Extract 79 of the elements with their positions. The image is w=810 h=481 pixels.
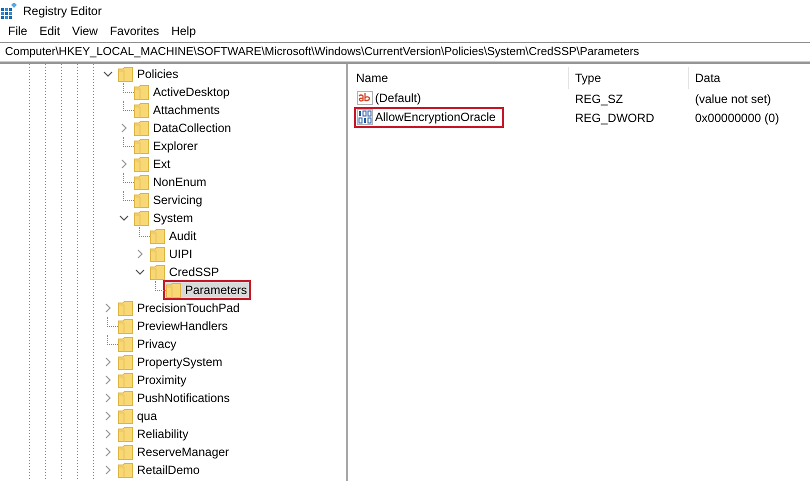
chevron-right-icon[interactable] xyxy=(103,375,113,385)
chevron-down-icon[interactable] xyxy=(135,267,145,277)
menu-item[interactable]: Edit xyxy=(33,22,66,40)
registry-icon xyxy=(1,3,17,19)
folder-icon xyxy=(118,354,133,370)
folder-icon xyxy=(118,390,133,406)
tree-item[interactable]: Policies xyxy=(115,64,182,84)
column-header[interactable]: Data xyxy=(689,67,810,89)
chevron-right-icon[interactable] xyxy=(119,123,129,133)
folder-icon xyxy=(150,246,165,262)
tree-item[interactable]: RetailDemo xyxy=(115,460,204,480)
menu-item[interactable]: View xyxy=(66,22,104,40)
folder-icon xyxy=(118,462,133,478)
folder-icon xyxy=(134,120,149,136)
tree-item[interactable]: Attachments xyxy=(131,100,224,120)
folder-icon xyxy=(118,408,133,424)
folder-icon xyxy=(118,336,133,352)
string-value-icon xyxy=(357,90,373,106)
folder-icon xyxy=(134,84,149,100)
tree-item[interactable]: Explorer xyxy=(131,136,202,156)
chevron-right-icon[interactable] xyxy=(103,357,113,367)
tree-item[interactable]: Parameters xyxy=(163,280,252,300)
folder-icon xyxy=(134,138,149,154)
chevron-right-icon[interactable] xyxy=(103,447,113,457)
folder-icon xyxy=(134,102,149,118)
folder-icon xyxy=(150,228,165,244)
tree-item[interactable]: PushNotifications xyxy=(115,388,234,408)
tree-item[interactable]: UIPI xyxy=(147,244,196,264)
tree-item[interactable]: ReserveManager xyxy=(115,442,234,462)
menu-item[interactable]: Help xyxy=(165,22,202,40)
chevron-right-icon[interactable] xyxy=(103,303,113,313)
value-data: (value not set) xyxy=(694,92,772,106)
chevron-right-icon[interactable] xyxy=(103,411,113,421)
chevron-right-icon[interactable] xyxy=(135,249,145,259)
value-data: 0x00000000 (0) xyxy=(694,110,780,124)
tree-item[interactable]: NonEnum xyxy=(131,172,210,192)
tree-item[interactable]: System xyxy=(131,208,198,228)
tree-item[interactable]: ActiveDesktop xyxy=(131,82,234,102)
menu-item[interactable]: Favorites xyxy=(104,22,166,40)
value-name[interactable]: (Default) xyxy=(354,88,430,109)
chevron-right-icon[interactable] xyxy=(103,393,113,403)
tree-item[interactable]: PropertySystem xyxy=(115,352,226,372)
folder-icon xyxy=(134,192,149,208)
column-header[interactable]: Type xyxy=(569,67,689,89)
tree-item[interactable]: Servicing xyxy=(131,190,206,210)
chevron-right-icon[interactable] xyxy=(103,429,113,439)
window-title: Registry Editor xyxy=(23,4,102,18)
tree-item[interactable]: Proximity xyxy=(115,370,190,390)
chevron-right-icon[interactable] xyxy=(103,465,113,475)
chevron-down-icon[interactable] xyxy=(103,69,113,79)
tree-item[interactable]: PrecisionTouchPad xyxy=(115,298,244,318)
folder-icon xyxy=(134,210,149,226)
value-name[interactable]: AllowEncryptionOracle xyxy=(354,106,504,128)
tree-item[interactable]: DataCollection xyxy=(131,118,236,138)
chevron-right-icon[interactable] xyxy=(119,159,129,169)
column-header[interactable]: Name xyxy=(354,67,569,89)
folder-icon xyxy=(150,264,165,280)
value-type: REG_DWORD xyxy=(574,110,656,124)
folder-icon xyxy=(134,156,149,172)
folder-icon xyxy=(118,318,133,334)
tree-item[interactable]: qua xyxy=(115,406,162,426)
value-type: REG_SZ xyxy=(574,92,624,106)
tree-item[interactable]: PreviewHandlers xyxy=(115,316,232,336)
tree-item[interactable]: Reliability xyxy=(115,424,192,444)
folder-icon xyxy=(118,300,133,316)
address-bar[interactable]: Computer\HKEY_LOCAL_MACHINE\SOFTWARE\Microsoft\Windows\CurrentVersion\Policies\System\CredSSP\Parameters xyxy=(0,42,810,62)
folder-icon xyxy=(134,174,149,190)
folder-icon xyxy=(118,444,133,460)
folder-icon xyxy=(166,282,181,298)
folder-icon xyxy=(118,66,133,82)
binary-value-icon xyxy=(357,109,373,126)
tree-item[interactable]: Privacy xyxy=(115,334,180,354)
menu-item[interactable]: File xyxy=(2,22,34,40)
folder-icon xyxy=(118,372,133,388)
folder-icon xyxy=(118,426,133,442)
tree-item[interactable]: Ext xyxy=(131,154,174,174)
chevron-down-icon[interactable] xyxy=(119,213,129,223)
tree-item[interactable]: CredSSP xyxy=(147,262,224,282)
tree-item[interactable]: Audit xyxy=(147,226,200,246)
